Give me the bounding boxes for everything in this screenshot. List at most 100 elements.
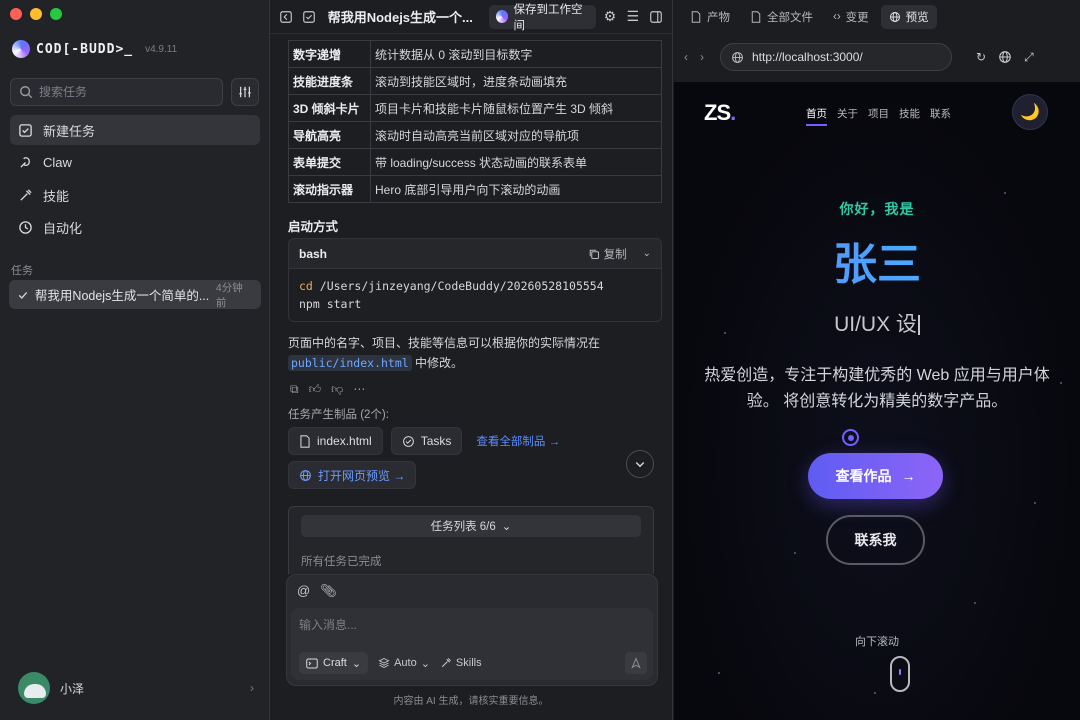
search-icon (20, 86, 33, 99)
chevron-down-icon: ⌄ (351, 657, 362, 670)
thumbs-down-icon[interactable]: 👎︎ (331, 382, 343, 397)
site-logo[interactable]: ZS. (704, 100, 736, 126)
artifact-index-html[interactable]: index.html (288, 427, 383, 455)
task-list-card: 任务列表 6/6 ⌄ 所有任务已完成 (288, 506, 654, 574)
scroll-hint: 向下滚动 (855, 636, 899, 648)
artifacts-label: 任务产生制品 (2个): (288, 409, 389, 421)
send-icon (631, 657, 641, 669)
moon-icon: 🌙 (1020, 104, 1040, 121)
open-preview-button[interactable]: 打开网页预览 → (288, 461, 417, 489)
site-nav-contact[interactable]: 联系 (930, 106, 951, 126)
sidebar-item-label: Claw (43, 155, 72, 170)
artifact-tasks[interactable]: Tasks (390, 427, 463, 455)
check-circle-icon (402, 435, 414, 447)
site-nav-home[interactable]: 首页 (806, 106, 827, 126)
code-content: cd /Users/jinzeyang/CodeBuddy/2026052810… (289, 269, 661, 321)
tab-changes[interactable]: ‹› 变更 (825, 5, 877, 29)
sidebar-item-claw[interactable]: Claw (10, 148, 260, 178)
close-window-button[interactable] (10, 8, 22, 20)
skills-label: Skills (455, 657, 482, 669)
message-input[interactable] (299, 616, 639, 638)
file-icon (751, 11, 761, 23)
minimize-window-button[interactable] (30, 8, 42, 20)
preview-panel: 产物 全部文件 ‹› 变更 预览 ‹ › http://localhost:30… (674, 0, 1080, 720)
new-task-button[interactable] (301, 8, 318, 26)
back-icon[interactable]: ‹ (684, 50, 688, 64)
sidebar-collapse-icon (280, 10, 293, 23)
file-icon (300, 434, 310, 448)
theme-toggle-button[interactable]: 🌙 (1012, 94, 1048, 130)
panel-right-icon (649, 10, 662, 23)
forward-icon[interactable]: › (700, 50, 704, 64)
tasks-section-label: 任务 (11, 265, 33, 277)
send-button[interactable] (625, 652, 647, 674)
mention-icon[interactable]: @ (297, 583, 310, 599)
menu-button[interactable]: ☰ (624, 8, 641, 26)
zoom-window-button[interactable] (50, 8, 62, 20)
save-label: 保存到工作空间 (513, 3, 583, 32)
window-controls (10, 8, 62, 20)
feature-name: 数字递增 (288, 40, 371, 68)
scroll-to-bottom-button[interactable] (626, 450, 654, 478)
logo-text: COD[-BUDD>_ (36, 41, 134, 57)
sidebar-item-automation[interactable]: 自动化 (10, 213, 260, 243)
thumbs-up-icon[interactable]: 👍︎ (309, 382, 322, 397)
model-select[interactable]: Auto ⌄ (378, 657, 430, 670)
task-list-header: 任务列表 6/6 (430, 521, 496, 533)
site-nav-skills[interactable]: 技能 (899, 106, 920, 126)
globe-icon (889, 12, 900, 22)
expand-icon[interactable]: ⤢ (1024, 50, 1034, 65)
start-method-heading: 启动方式 (288, 220, 339, 234)
browser-toolbar: ‹ › http://localhost:3000/ ↻ ⤢ (674, 40, 1080, 74)
settings-button[interactable]: ⚙ (602, 8, 619, 26)
task-title: 帮我用Nodejs生成一个简单的... (34, 289, 210, 303)
view-work-label: 查看作品 (835, 468, 892, 484)
tab-preview[interactable]: 预览 (880, 5, 937, 29)
user-profile[interactable]: 小泽 › (18, 672, 254, 704)
task-title: 帮我用Nodejs生成一个... (327, 10, 473, 25)
address-bar[interactable]: http://localhost:3000/ (720, 43, 952, 71)
chat-messages[interactable]: 数字递增 统计数据从 0 滚动到目标数字 技能进度条 滚动到技能区域时，进度条动画填充… (270, 34, 672, 574)
site-nav-about[interactable]: 关于 (837, 106, 858, 126)
sidebar-item-skills[interactable]: 技能 (10, 180, 260, 210)
save-to-workspace-button[interactable]: 保存到工作空间 (489, 4, 596, 32)
feature-description: 滚动时自动高亮当前区域对应的导航项 (370, 121, 662, 149)
view-all-artifacts-link[interactable]: 查看全部制品 → (476, 433, 560, 449)
globe-icon[interactable] (998, 50, 1012, 64)
feature-name: 3D 倾斜卡片 (288, 94, 371, 122)
tab-artifacts[interactable]: 产物 (682, 5, 738, 29)
sidebar-item-new-task[interactable]: 新建任务 (10, 115, 260, 145)
filter-button[interactable] (231, 78, 259, 106)
search-input[interactable] (39, 85, 209, 99)
more-icon[interactable]: ⋯ (353, 382, 365, 397)
copy-icon[interactable]: ⧉ (290, 382, 299, 397)
hero-greeting: 你好，我是 (839, 201, 915, 217)
toggle-panel-button[interactable] (647, 8, 664, 26)
contact-me-button[interactable]: 联系我 (826, 515, 925, 565)
mode-select[interactable]: Craft ⌄ (299, 652, 369, 674)
table-row: 数字递增 统计数据从 0 滚动到目标数字 (288, 40, 662, 68)
copy-label: 复制 (603, 248, 627, 261)
attach-icon[interactable]: 📎︎ (320, 583, 337, 599)
codebuddy-logo-icon (12, 40, 30, 58)
feature-name: 技能进度条 (288, 67, 371, 95)
task-list-item[interactable]: 帮我用Nodejs生成一个简单的... 4分钟前 (9, 280, 261, 309)
refresh-icon[interactable]: ↻ (976, 50, 986, 65)
website-preview: ZS. 首页 关于 项目 技能 联系 🌙 你好，我是 张三 UI/UX 设 热爱… (674, 82, 1080, 720)
hero-role-text: UI/UX 设 (834, 313, 917, 336)
tasks-status: 所有任务已完成 (301, 556, 382, 568)
feature-name: 表单提交 (288, 148, 371, 176)
tab-all-files[interactable]: 全部文件 (742, 5, 821, 29)
collapse-code-button[interactable]: ⌄ (643, 248, 651, 259)
inline-code: public/index.html (288, 355, 412, 371)
view-work-button[interactable]: 查看作品 → (808, 453, 943, 499)
chevron-down-icon: ⌄ (642, 248, 651, 259)
site-nav-projects[interactable]: 项目 (868, 106, 889, 126)
copy-code-button[interactable]: 复制 (588, 246, 627, 262)
cursor-follower-icon (842, 429, 859, 446)
feature-description: 项目卡片和技能卡片随鼠标位置产生 3D 倾斜 (370, 94, 662, 122)
skills-button[interactable]: Skills (440, 657, 482, 669)
task-list-toggle[interactable]: 任务列表 6/6 ⌄ (301, 515, 641, 537)
collapse-sidebar-button[interactable] (278, 8, 295, 26)
table-row: 导航高亮 滚动时自动高亮当前区域对应的导航项 (288, 121, 662, 149)
